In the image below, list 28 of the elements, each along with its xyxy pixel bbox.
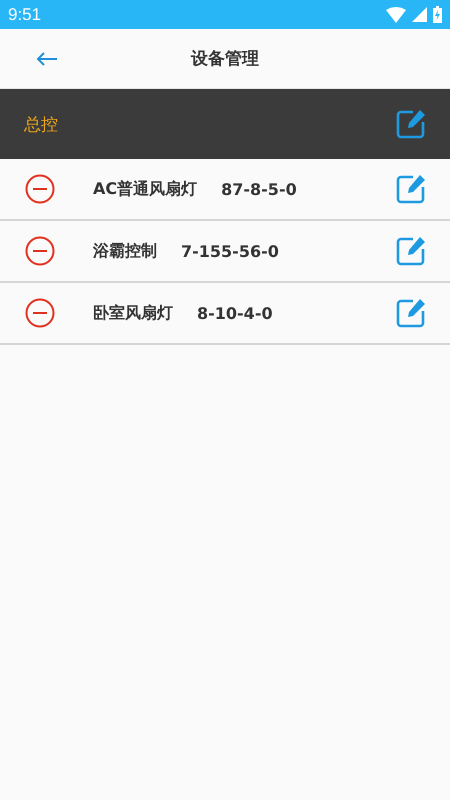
edit-button[interactable] bbox=[396, 109, 426, 139]
remove-button[interactable] bbox=[25, 174, 55, 204]
remove-button[interactable] bbox=[25, 236, 55, 266]
back-arrow-icon bbox=[36, 52, 58, 66]
edit-button[interactable] bbox=[396, 298, 426, 328]
minus-circle-icon bbox=[25, 174, 55, 204]
page-title: 设备管理 bbox=[191, 48, 259, 70]
remove-button[interactable] bbox=[25, 298, 55, 328]
edit-button[interactable] bbox=[396, 174, 426, 204]
wifi-icon bbox=[386, 6, 406, 22]
edit-icon bbox=[396, 109, 426, 139]
edit-icon bbox=[396, 236, 426, 266]
device-name: 浴霸控制 bbox=[93, 240, 157, 262]
back-button[interactable] bbox=[36, 52, 58, 66]
minus-circle-icon bbox=[25, 236, 55, 266]
master-label: 总控 bbox=[24, 114, 58, 136]
clock: 9:51 bbox=[8, 4, 42, 24]
minus-circle-icon bbox=[25, 298, 55, 328]
device-code: 7-155-56-0 bbox=[181, 242, 280, 260]
device-code: 87-8-5-0 bbox=[221, 180, 298, 198]
edit-icon bbox=[396, 174, 426, 204]
edit-button[interactable] bbox=[396, 236, 426, 266]
signal-icon bbox=[412, 7, 427, 22]
battery-icon bbox=[433, 6, 442, 23]
device-code: 8-10-4-0 bbox=[197, 304, 274, 322]
device-name: 卧室风扇灯 bbox=[93, 302, 173, 324]
edit-icon bbox=[396, 298, 426, 328]
device-name: AC普通风扇灯 bbox=[93, 178, 198, 200]
